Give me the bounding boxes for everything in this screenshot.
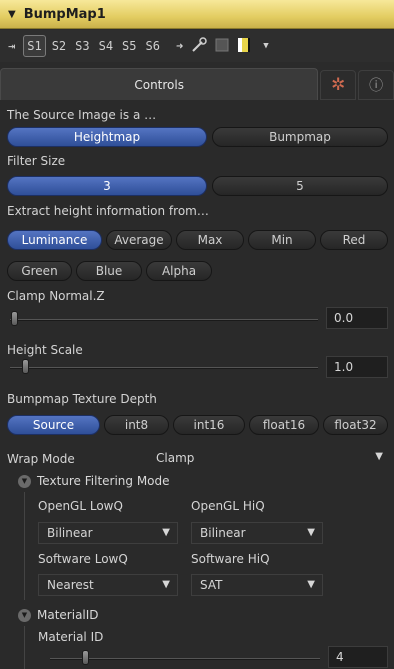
chevron-down-icon: ▼ — [307, 527, 315, 538]
bumpmap-button[interactable]: Bumpmap — [212, 127, 388, 147]
software-hiq-value: SAT — [200, 578, 223, 592]
slot-s4[interactable]: S4 — [96, 36, 116, 56]
gear-icon[interactable]: ✲ — [320, 70, 357, 100]
texture-depth-label: Bumpmap Texture Depth — [7, 392, 157, 406]
depth-source-button[interactable]: Source — [7, 415, 100, 435]
filter-3-button[interactable]: 3 — [7, 176, 207, 196]
arrow-right-icon[interactable]: ➜ — [176, 39, 183, 53]
tool-title: BumpMap1 — [23, 6, 106, 22]
wrap-mode-dropdown[interactable]: Clamp ▼ — [148, 447, 390, 469]
height-scale-label: Height Scale — [7, 343, 83, 357]
luminance-button[interactable]: Luminance — [7, 230, 102, 250]
software-lowq-dropdown[interactable]: Nearest ▼ — [38, 574, 178, 596]
chevron-down-icon: ▼ — [375, 451, 383, 462]
disable-icon[interactable] — [215, 38, 229, 55]
collapse-icon: ▼ — [18, 474, 31, 488]
texture-filtering-header[interactable]: ▼ Texture Filtering Mode — [18, 474, 170, 488]
eyedropper-icon[interactable] — [191, 36, 207, 56]
opengl-lowq-label: OpenGL LowQ — [38, 499, 123, 513]
filter-size-label: Filter Size — [7, 154, 66, 168]
chevron-down-icon[interactable]: ▼ — [263, 41, 268, 51]
clamp-normal-slider[interactable] — [10, 319, 318, 321]
chevron-down-icon: ▼ — [162, 579, 170, 590]
opengl-lowq-value: Bilinear — [47, 526, 93, 540]
height-scale-slider-thumb[interactable] — [22, 359, 29, 374]
opengl-hiq-label: OpenGL HiQ — [191, 499, 265, 513]
chevron-down-icon: ▼ — [162, 527, 170, 538]
tool-title-bar[interactable]: ▼ BumpMap1 — [0, 0, 394, 29]
material-id-value[interactable]: 4 — [328, 646, 388, 668]
depth-float32-button[interactable]: float32 — [323, 415, 388, 435]
section-indent-rule — [24, 492, 25, 600]
depth-int8-button[interactable]: int8 — [104, 415, 169, 435]
blue-button[interactable]: Blue — [76, 261, 142, 281]
max-button[interactable]: Max — [176, 230, 244, 250]
section-indent-rule — [24, 626, 25, 669]
alpha-button[interactable]: Alpha — [146, 261, 212, 281]
collapse-icon: ▼ — [18, 608, 31, 622]
chevron-down-icon: ▼ — [307, 579, 315, 590]
slot-s3[interactable]: S3 — [72, 36, 92, 56]
opengl-lowq-dropdown[interactable]: Bilinear ▼ — [38, 522, 178, 544]
material-id-slider-thumb[interactable] — [82, 650, 89, 665]
pin-icon[interactable]: ⇥ — [8, 39, 15, 53]
source-label: The Source Image is a … — [7, 108, 157, 122]
software-lowq-value: Nearest — [47, 578, 94, 592]
height-scale-value[interactable]: 1.0 — [326, 356, 388, 378]
min-button[interactable]: Min — [248, 230, 316, 250]
software-lowq-label: Software LowQ — [38, 552, 128, 566]
texture-filtering-heading: Texture Filtering Mode — [37, 474, 170, 488]
material-id-header[interactable]: ▼ MaterialID — [18, 608, 99, 622]
red-button[interactable]: Red — [320, 230, 388, 250]
average-button[interactable]: Average — [106, 230, 172, 250]
info-icon[interactable]: ⓘ — [358, 70, 394, 100]
slot-s1[interactable]: S1 — [23, 35, 46, 57]
clamp-normal-slider-thumb[interactable] — [11, 311, 18, 326]
software-hiq-dropdown[interactable]: SAT ▼ — [191, 574, 323, 596]
software-hiq-label: Software HiQ — [191, 552, 270, 566]
inspector-tabs: Controls ✲ ⓘ — [0, 68, 394, 100]
material-id-label: Material ID — [38, 630, 104, 644]
material-id-slider[interactable] — [50, 658, 320, 660]
tool-toolbar: ⇥ S1 S2 S3 S4 S5 S6 ➜ ▼ — [0, 30, 394, 62]
extract-label: Extract height information from… — [7, 204, 209, 218]
depth-int16-button[interactable]: int16 — [173, 415, 245, 435]
depth-float16-button[interactable]: float16 — [249, 415, 319, 435]
slot-s2[interactable]: S2 — [49, 36, 69, 56]
opengl-hiq-value: Bilinear — [200, 526, 246, 540]
clamp-normal-label: Clamp Normal.Z — [7, 289, 105, 303]
filter-5-button[interactable]: 5 — [212, 176, 388, 196]
slot-s5[interactable]: S5 — [119, 36, 139, 56]
material-id-heading: MaterialID — [37, 608, 99, 622]
slot-s6[interactable]: S6 — [143, 36, 163, 56]
color-swatch-icon[interactable] — [237, 37, 255, 56]
collapse-triangle-icon[interactable]: ▼ — [8, 9, 16, 20]
controls-panel: The Source Image is a … Heightmap Bumpma… — [0, 100, 394, 669]
clamp-normal-value[interactable]: 0.0 — [326, 307, 388, 329]
wrap-mode-value: Clamp — [156, 451, 195, 465]
tab-controls[interactable]: Controls — [0, 68, 319, 100]
green-button[interactable]: Green — [7, 261, 72, 281]
heightmap-button[interactable]: Heightmap — [7, 127, 207, 147]
wrap-mode-label: Wrap Mode — [7, 452, 75, 466]
height-scale-slider[interactable] — [10, 367, 318, 369]
opengl-hiq-dropdown[interactable]: Bilinear ▼ — [191, 522, 323, 544]
